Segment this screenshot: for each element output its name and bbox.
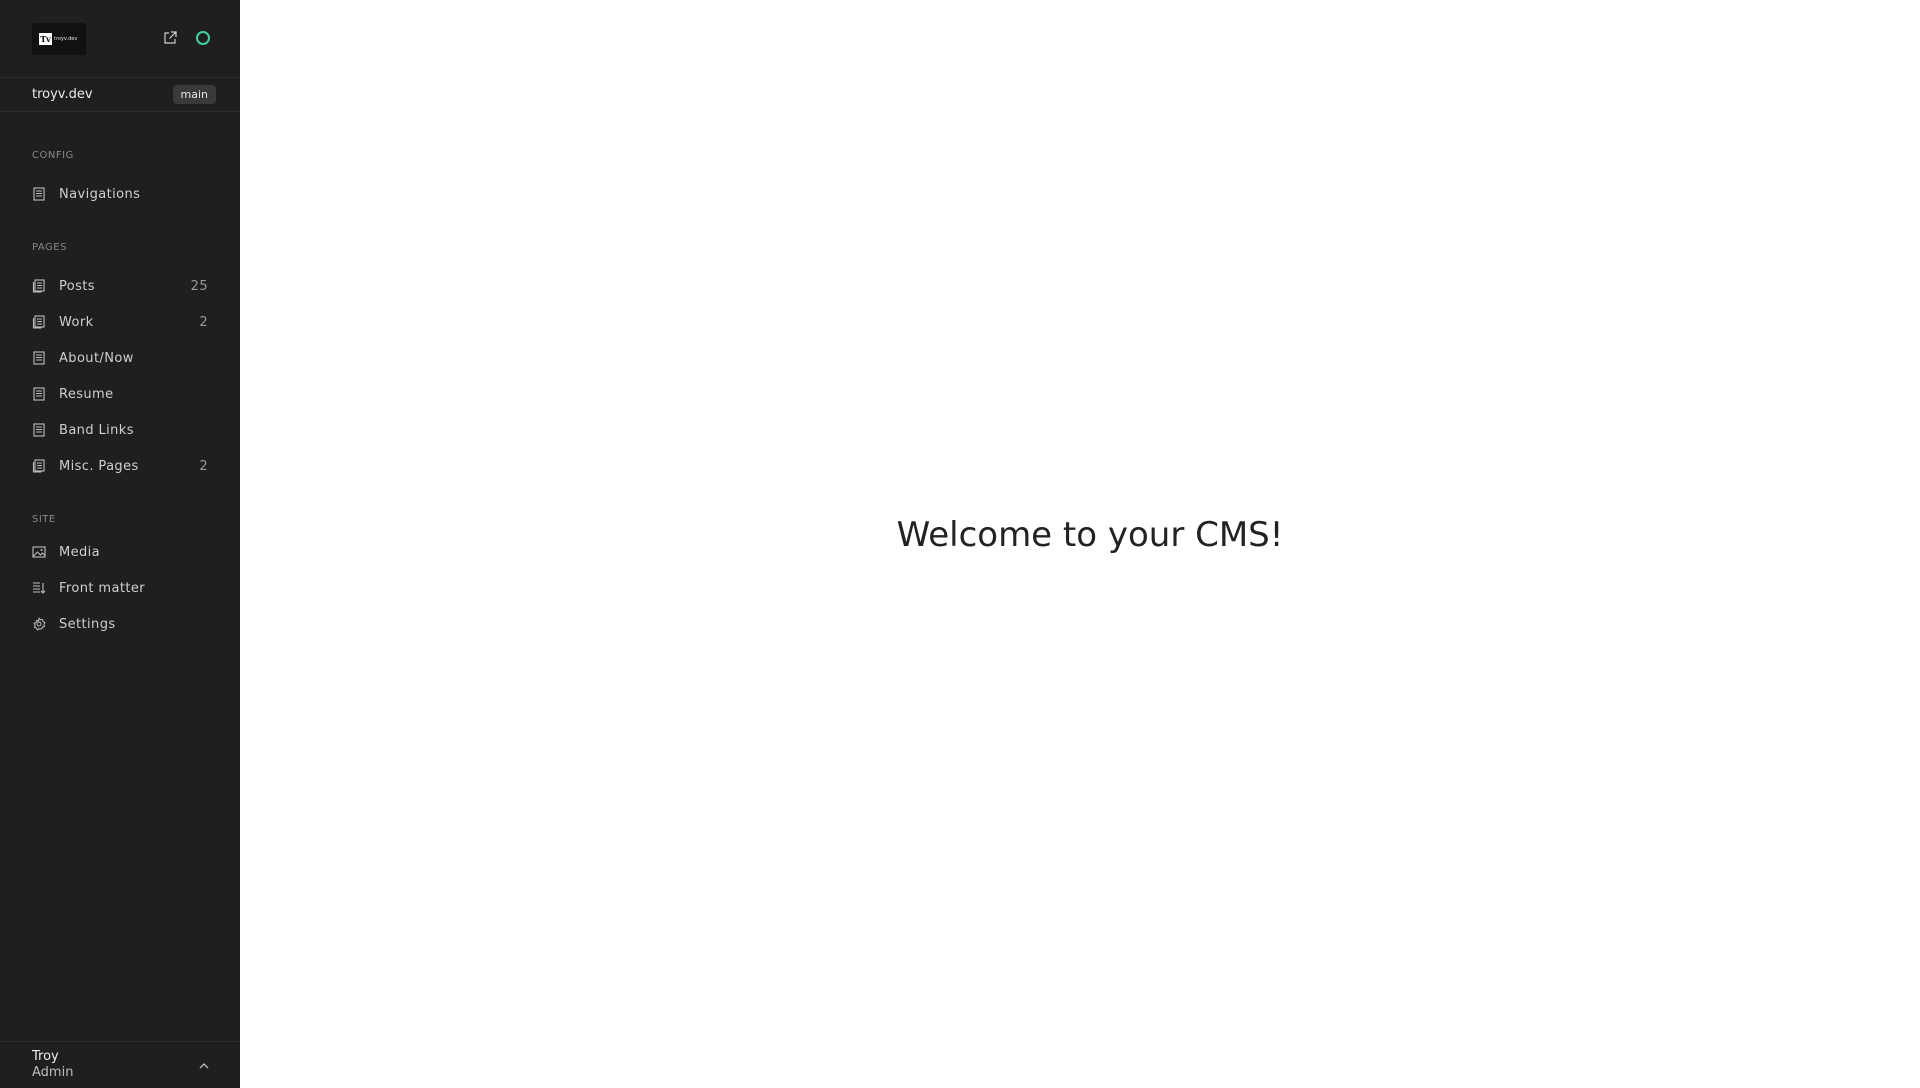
sidebar-item-posts[interactable]: Posts 25 bbox=[0, 268, 240, 304]
document-icon bbox=[33, 387, 45, 401]
logo-mark: Tv bbox=[39, 32, 52, 45]
gear-icon bbox=[33, 617, 46, 631]
sidebar-item-band-links[interactable]: Band Links bbox=[0, 412, 240, 448]
chevron-up-icon[interactable] bbox=[198, 1060, 210, 1072]
sidebar-item-label: Settings bbox=[59, 616, 116, 632]
user-info: Troy Admin bbox=[32, 1049, 73, 1081]
repo-selector[interactable]: troyv.dev main bbox=[0, 78, 240, 112]
document-icon bbox=[33, 423, 45, 437]
item-count: 25 bbox=[190, 278, 208, 294]
user-menu[interactable]: Troy Admin bbox=[0, 1041, 240, 1088]
user-name: Troy bbox=[32, 1049, 59, 1064]
item-count: 2 bbox=[199, 314, 208, 330]
section-label-config: CONFIG bbox=[32, 150, 74, 161]
user-role: Admin bbox=[32, 1065, 74, 1080]
sidebar-item-label: Resume bbox=[59, 386, 114, 402]
welcome-heading: Welcome to your CMS! bbox=[896, 515, 1284, 555]
site-logo[interactable]: Tv troyv.dev bbox=[32, 22, 86, 55]
sidebar-item-label: Band Links bbox=[59, 422, 134, 438]
sidebar: Tv troyv.dev troyv.dev main CONFIG Navig… bbox=[0, 0, 240, 1088]
main-content: Welcome to your CMS! bbox=[240, 0, 1920, 1088]
image-icon bbox=[32, 546, 46, 558]
item-count: 2 bbox=[199, 458, 208, 474]
sidebar-nav: CONFIG Navigations PAGES Posts 25 Work 2… bbox=[0, 112, 240, 1041]
sidebar-item-label: Misc. Pages bbox=[59, 458, 139, 474]
sidebar-item-media[interactable]: Media bbox=[0, 534, 240, 570]
sidebar-item-label: Front matter bbox=[59, 580, 145, 596]
sidebar-item-label: Work bbox=[59, 314, 94, 330]
sidebar-item-settings[interactable]: Settings bbox=[0, 606, 240, 642]
sidebar-header: Tv troyv.dev bbox=[0, 0, 240, 78]
sidebar-item-resume[interactable]: Resume bbox=[0, 376, 240, 412]
documents-icon bbox=[32, 459, 45, 473]
status-indicator-icon[interactable] bbox=[196, 31, 210, 45]
sidebar-item-label: About/Now bbox=[59, 350, 134, 366]
branch-badge[interactable]: main bbox=[172, 85, 216, 104]
sidebar-item-label: Navigations bbox=[59, 186, 141, 202]
sidebar-item-work[interactable]: Work 2 bbox=[0, 304, 240, 340]
sidebar-item-navigations[interactable]: Navigations bbox=[0, 176, 240, 212]
documents-icon bbox=[32, 279, 45, 293]
documents-icon bbox=[32, 315, 45, 329]
sidebar-item-label: Media bbox=[59, 544, 101, 560]
sidebar-item-misc-pages[interactable]: Misc. Pages 2 bbox=[0, 448, 240, 484]
document-icon bbox=[33, 351, 45, 365]
section-label-site: SITE bbox=[32, 514, 56, 525]
document-icon bbox=[33, 187, 45, 201]
sidebar-item-about-now[interactable]: About/Now bbox=[0, 340, 240, 376]
logo-text: troyv.dev bbox=[54, 35, 78, 42]
sidebar-item-front-matter[interactable]: Front matter bbox=[0, 570, 240, 606]
section-label-pages: PAGES bbox=[32, 242, 67, 253]
repo-name: troyv.dev bbox=[32, 87, 93, 102]
sliders-icon bbox=[33, 582, 46, 594]
sidebar-item-label: Posts bbox=[59, 278, 95, 294]
external-link-icon[interactable] bbox=[162, 30, 178, 46]
app-root: Tv troyv.dev troyv.dev main CONFIG Navig… bbox=[0, 0, 1920, 1088]
